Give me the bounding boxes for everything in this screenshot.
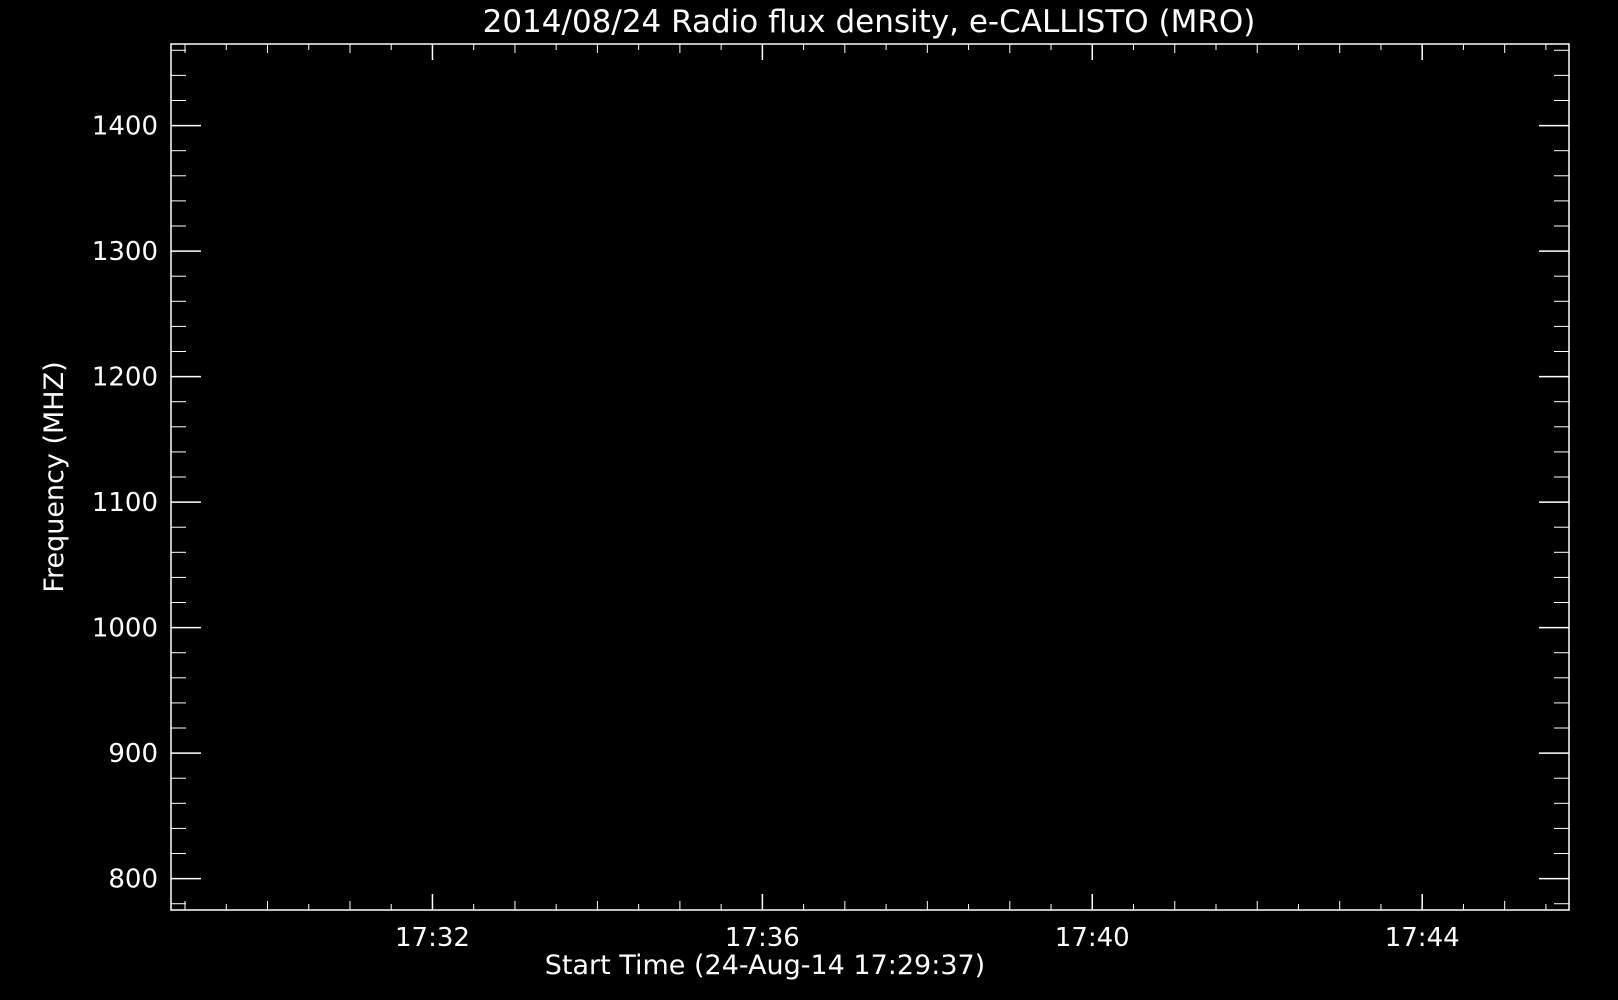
x-tick-label: 17:32 — [395, 923, 470, 953]
y-tick-label: 1200 — [92, 363, 158, 393]
chart-title: 2014/08/24 Radio flux density, e-CALLIST… — [483, 4, 1256, 40]
y-tick-label: 1300 — [92, 237, 158, 267]
y-axis-label: Frequency (MHZ) — [39, 361, 70, 592]
x-tick-label: 17:36 — [725, 923, 800, 953]
y-tick-label: 1100 — [92, 488, 158, 518]
y-tick-label: 900 — [108, 739, 158, 769]
x-tick-label: 17:40 — [1055, 923, 1130, 953]
y-tick-label: 800 — [108, 865, 158, 895]
y-tick-label: 1400 — [92, 112, 158, 142]
x-tick-label: 17:44 — [1385, 923, 1460, 953]
y-tick-label: 1000 — [92, 614, 158, 644]
chart-background — [0, 0, 1618, 1000]
x-axis-label: Start Time (24-Aug-14 17:29:37) — [545, 950, 985, 981]
spectrogram-chart: 2014/08/24 Radio flux density, e-CALLIST… — [0, 0, 1618, 1000]
